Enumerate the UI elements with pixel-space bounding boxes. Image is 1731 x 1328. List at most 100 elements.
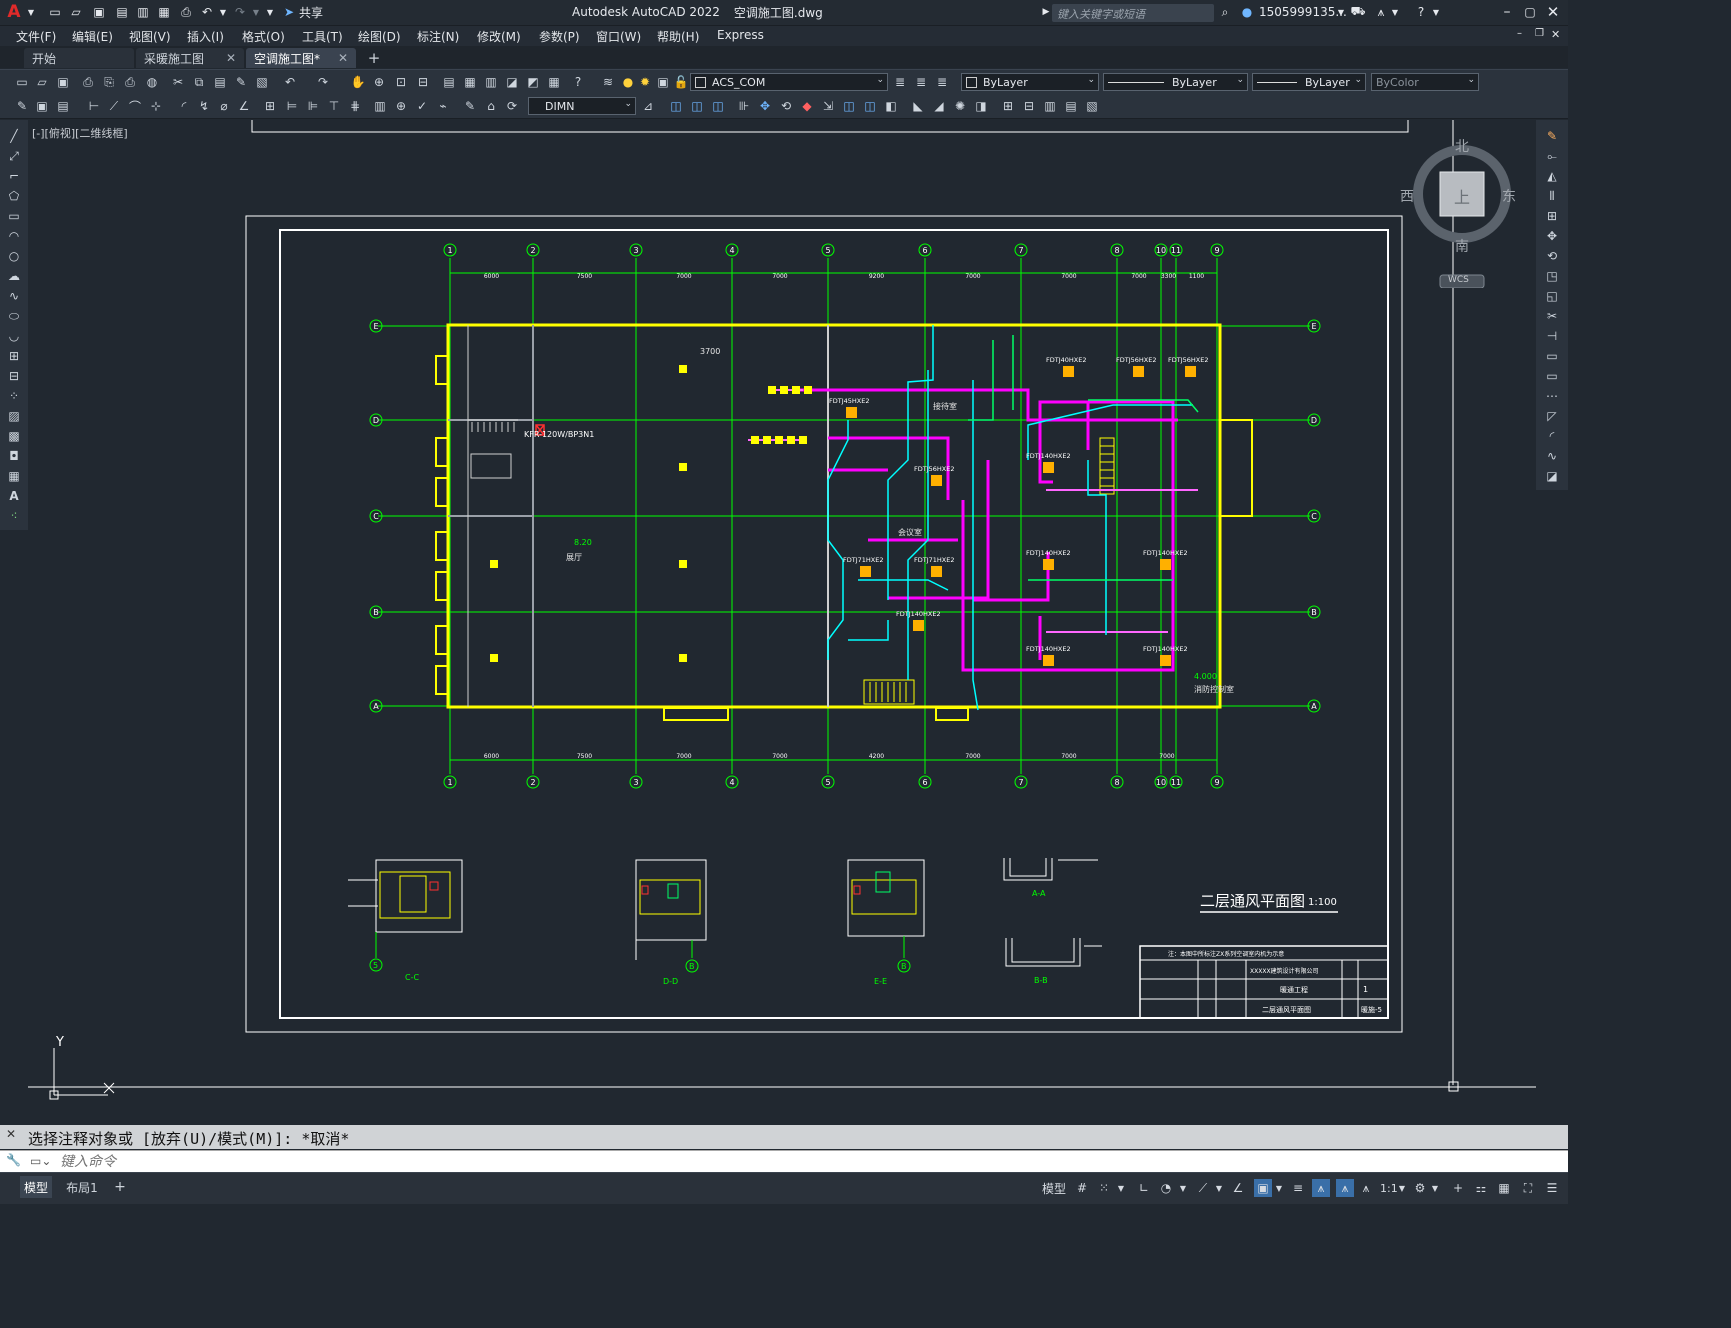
jogged-dim-icon[interactable]: ↯ xyxy=(196,98,212,114)
open-web-icon[interactable]: ▥ xyxy=(135,4,151,20)
annotation-monitor-icon[interactable]: + xyxy=(1450,1179,1466,1197)
array-icon[interactable]: ⊞ xyxy=(1544,208,1560,224)
open-icon[interactable]: ▱ xyxy=(34,74,50,90)
scale-icon[interactable]: ◆ xyxy=(799,98,815,114)
save-icon[interactable]: ▣ xyxy=(91,4,107,20)
zoom-previous-icon[interactable]: ⊟ xyxy=(415,74,431,90)
app-chevron-icon[interactable]: ▼ xyxy=(1391,4,1399,20)
plot-preview-icon[interactable]: ⎘ xyxy=(101,74,117,90)
linetype-dropdown[interactable]: ByLayer ⌄ xyxy=(1103,73,1248,91)
offset-icon[interactable]: ⫴ xyxy=(1544,188,1560,204)
snap-chevron-icon[interactable]: ▼ xyxy=(1116,1179,1126,1197)
aligned-dim-icon[interactable]: ⟋ xyxy=(106,98,122,114)
lineweight-dropdown[interactable]: ByLayer ⌄ xyxy=(1252,73,1366,91)
break-icon[interactable]: ◧ xyxy=(883,98,899,114)
autodesk-app-icon[interactable]: ⩚ xyxy=(1374,4,1388,20)
make-block-icon[interactable]: ⊟ xyxy=(1021,98,1037,114)
model-space-toggle[interactable]: 模型 xyxy=(1042,1179,1066,1197)
add-selected-icon[interactable]: ⁖ xyxy=(6,508,22,524)
stretch-icon[interactable]: ◱ xyxy=(1544,288,1560,304)
make-current-layer-icon[interactable]: ≣ xyxy=(892,74,908,90)
insert-block-icon[interactable]: ⊞ xyxy=(6,348,22,364)
publish-icon[interactable]: ⎙ xyxy=(122,74,138,90)
customize-qat-icon[interactable]: ▼ xyxy=(265,4,275,20)
spline-icon[interactable]: ∿ xyxy=(6,288,22,304)
help-icon[interactable]: ? xyxy=(570,74,586,90)
circle-icon[interactable]: ○ xyxy=(6,248,22,264)
chamfer-icon[interactable]: ◸ xyxy=(1544,408,1560,424)
grid-icon[interactable]: # xyxy=(1074,1179,1090,1197)
fillet-icon[interactable]: ◢ xyxy=(931,98,947,114)
app-menu-chevron-icon[interactable]: ▼ xyxy=(26,4,36,20)
plot-icon[interactable]: ⎙ xyxy=(80,74,96,90)
markup-icon[interactable]: ◩ xyxy=(525,74,541,90)
erase-icon[interactable]: ✎ xyxy=(1544,128,1560,144)
image-icon[interactable]: ▧ xyxy=(1084,98,1100,114)
ortho-icon[interactable]: ∟ xyxy=(1136,1179,1152,1197)
draworder-icon[interactable]: ✎ xyxy=(14,98,30,114)
menu-view[interactable]: 视图(V) xyxy=(129,28,171,45)
layer-viewport-icon[interactable]: ▣ xyxy=(655,74,671,90)
isodraft-chevron-icon[interactable]: ▼ xyxy=(1214,1179,1224,1197)
fillet-icon[interactable]: ◜ xyxy=(1544,428,1560,444)
viewcube-east[interactable]: 东 xyxy=(1502,186,1516,206)
layer-thaw-icon[interactable]: ✹ xyxy=(637,74,653,90)
close-icon[interactable]: ✕ xyxy=(1544,3,1562,21)
extend-icon[interactable]: ◫ xyxy=(862,98,878,114)
table-icon[interactable]: ▦ xyxy=(6,468,22,484)
undo-chevron-icon[interactable]: ▼ xyxy=(218,4,228,20)
join-icon[interactable]: ⋯ xyxy=(1544,388,1560,404)
paste-icon[interactable]: ▤ xyxy=(212,74,228,90)
saveas-icon[interactable]: ▤ xyxy=(114,4,130,20)
menu-edit[interactable]: 编辑(E) xyxy=(72,28,113,45)
expand-arrow-icon[interactable]: ▶ xyxy=(1042,4,1050,20)
3d-print-icon[interactable]: ◍ xyxy=(144,74,160,90)
undo-icon[interactable]: ↶ xyxy=(282,74,298,90)
redo-icon[interactable]: ↷ xyxy=(232,4,248,20)
share-button[interactable]: 共享 xyxy=(299,4,323,20)
dim-text-edit-icon[interactable]: ⌂ xyxy=(483,98,499,114)
center-mark-icon[interactable]: ⊕ xyxy=(393,98,409,114)
scale-icon[interactable]: ◳ xyxy=(1544,268,1560,284)
cut-icon[interactable]: ✂ xyxy=(170,74,186,90)
help-icon[interactable]: ? xyxy=(1414,4,1428,20)
angular-dim-icon[interactable]: ∠ xyxy=(236,98,252,114)
fullscreen-icon[interactable]: ⛶ xyxy=(1520,1179,1536,1197)
linear-dim-icon[interactable]: ⊢ xyxy=(86,98,102,114)
baseline-dim-icon[interactable]: ⊨ xyxy=(284,98,300,114)
color-dropdown[interactable]: ByLayer ⌄ xyxy=(961,73,1099,91)
customize-status-icon[interactable]: ☰ xyxy=(1544,1179,1560,1197)
command-prompt-icon[interactable]: ▭⌄ xyxy=(30,1154,51,1168)
dim-space-icon[interactable]: ⊤ xyxy=(326,98,342,114)
inspect-icon[interactable]: ✓ xyxy=(414,98,430,114)
layer-previous-icon[interactable]: ≣ xyxy=(913,74,929,90)
help-search-input[interactable]: 键入关键字或短语 xyxy=(1052,4,1214,22)
plotstyle-dropdown[interactable]: ByColor ⌄ xyxy=(1371,73,1479,91)
menu-tools[interactable]: 工具(T) xyxy=(302,28,343,45)
block-editor-icon[interactable]: ▧ xyxy=(254,74,270,90)
snap-icon[interactable]: ⁙ xyxy=(1096,1179,1112,1197)
continue-dim-icon[interactable]: ⊫ xyxy=(305,98,321,114)
doc-minimize-icon[interactable]: – xyxy=(1517,28,1522,39)
diameter-dim-icon[interactable]: ⌀ xyxy=(216,98,232,114)
jogged-linear-icon[interactable]: ⌁ xyxy=(435,98,451,114)
copy-object-icon[interactable]: ◫ xyxy=(668,98,684,114)
explode-icon[interactable]: ◪ xyxy=(1544,468,1560,484)
customize-icon[interactable]: 🔧 xyxy=(6,1153,21,1167)
zoom-realtime-icon[interactable]: ⊕ xyxy=(371,74,387,90)
menu-file[interactable]: 文件(F) xyxy=(16,28,56,45)
layout-tab-model[interactable]: 模型 xyxy=(20,1176,52,1198)
construction-line-icon[interactable]: ⤢ xyxy=(6,148,22,164)
menu-insert[interactable]: 插入(I) xyxy=(187,28,224,45)
arc-icon[interactable]: ◠ xyxy=(6,228,22,244)
make-block-icon[interactable]: ⊟ xyxy=(6,368,22,384)
rectangle-icon[interactable]: ▭ xyxy=(6,208,22,224)
dim-break-icon[interactable]: ⋕ xyxy=(347,98,363,114)
annotation-scale-icon[interactable]: ⩚ xyxy=(1358,1179,1374,1197)
insert-block-icon[interactable]: ⊞ xyxy=(1000,98,1016,114)
attribute-icon[interactable]: ▥ xyxy=(1042,98,1058,114)
menu-draw[interactable]: 绘图(D) xyxy=(358,28,401,45)
polygon-icon[interactable]: ⬠ xyxy=(6,188,22,204)
open-icon[interactable]: ▱ xyxy=(68,4,84,20)
plot-icon[interactable]: ⎙ xyxy=(178,4,194,20)
